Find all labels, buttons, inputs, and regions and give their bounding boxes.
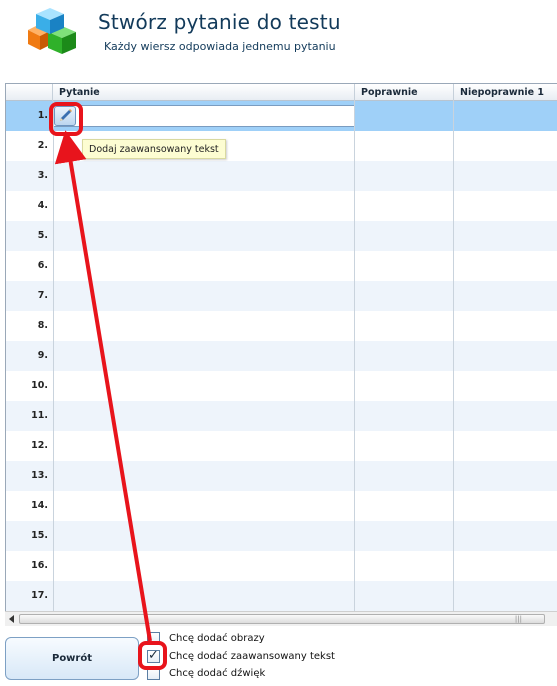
table-row[interactable]: 7. — [6, 281, 557, 311]
checkbox-advanced-text[interactable] — [147, 648, 160, 663]
questions-grid: Pytanie Poprawnie Niepoprawnie 1 1. 2. 3… — [5, 83, 557, 626]
header-correct[interactable]: Poprawnie — [355, 84, 454, 101]
table-row[interactable]: 1. — [6, 101, 557, 131]
column-divider — [53, 101, 54, 613]
scroll-grip-icon: ||| — [514, 615, 522, 623]
row-number: 8. — [37, 320, 48, 331]
table-row[interactable]: 10. — [6, 371, 557, 401]
row-number: 16. — [31, 560, 48, 571]
back-button[interactable]: Powrót — [5, 637, 139, 680]
row-number: 17. — [31, 590, 48, 601]
option-label: Chcę dodać zaawansowany tekst — [169, 651, 335, 662]
table-row[interactable]: 13. — [6, 461, 557, 491]
row-number: 6. — [37, 260, 48, 271]
row-number: 10. — [31, 380, 48, 391]
checkbox-images[interactable] — [147, 632, 160, 645]
table-row[interactable]: 6. — [6, 251, 557, 281]
option-label: Chcę dodać obrazy — [169, 633, 265, 644]
grid-header: Pytanie Poprawnie Niepoprawnie 1 — [6, 84, 557, 101]
cubes-logo-icon — [28, 8, 76, 54]
row-number: 7. — [37, 290, 48, 301]
table-row[interactable]: 11. — [6, 401, 557, 431]
checkbox-sound[interactable] — [147, 667, 160, 680]
row-number: 14. — [31, 500, 48, 511]
table-row[interactable]: 9. — [6, 341, 557, 371]
table-row[interactable]: 8. — [6, 311, 557, 341]
row-number: 13. — [31, 470, 48, 481]
table-row[interactable]: 12. — [6, 431, 557, 461]
horizontal-scrollbar[interactable]: ||| — [5, 611, 557, 626]
header-question[interactable]: Pytanie — [53, 84, 355, 101]
row-number: 5. — [37, 230, 48, 241]
scroll-left-icon[interactable] — [7, 614, 17, 624]
header-rownum — [6, 84, 53, 101]
table-row[interactable]: 16. — [6, 551, 557, 581]
column-divider — [354, 101, 355, 613]
table-row[interactable]: 3. — [6, 161, 557, 191]
pencil-icon — [60, 109, 72, 121]
row-number: 3. — [37, 170, 48, 181]
tooltip: Dodaj zaawansowany tekst — [82, 139, 226, 159]
advanced-text-button[interactable] — [54, 106, 76, 126]
row-number: 9. — [37, 350, 48, 361]
option-label: Chcę dodać dźwięk — [169, 668, 266, 679]
row-number: 2. — [37, 140, 48, 151]
row-number: 11. — [31, 410, 48, 421]
page-subtitle: Każdy wiersz odpowiada jednemu pytaniu — [104, 40, 336, 53]
header-incorrect-1[interactable]: Niepoprawnie 1 — [454, 84, 557, 101]
page-title: Stwórz pytanie do testu — [98, 10, 341, 34]
table-row[interactable]: 4. — [6, 191, 557, 221]
question-input[interactable] — [53, 105, 355, 127]
table-row[interactable]: 14. — [6, 491, 557, 521]
table-row[interactable]: 15. — [6, 521, 557, 551]
table-row[interactable]: 17. — [6, 581, 557, 611]
column-divider — [453, 101, 454, 613]
table-row[interactable]: 5. — [6, 221, 557, 251]
row-number: 4. — [37, 200, 48, 211]
row-number: 15. — [31, 530, 48, 541]
row-number: 1. — [37, 110, 48, 121]
scrollbar-thumb[interactable]: ||| — [19, 614, 545, 624]
row-number: 12. — [31, 440, 48, 451]
